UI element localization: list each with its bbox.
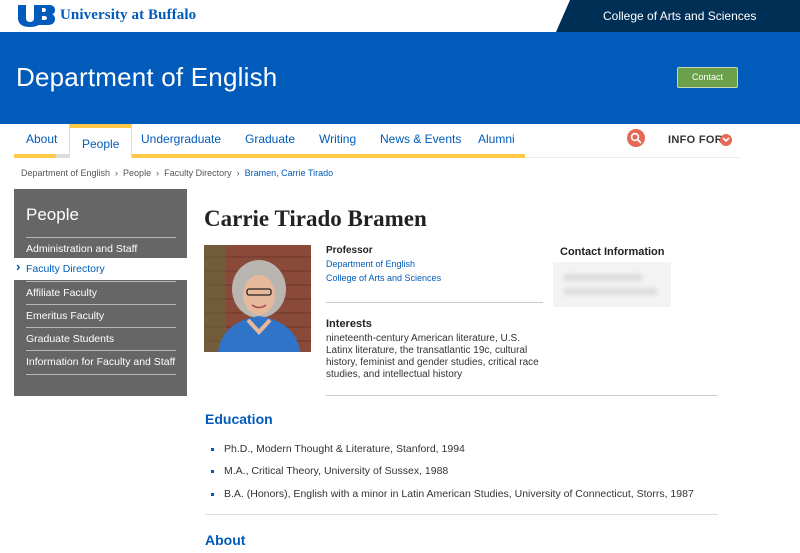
- main-nav: About People Undergraduate Graduate Writ…: [14, 124, 740, 158]
- sidebar-item-graduate-students[interactable]: Graduate Students: [26, 327, 176, 345]
- search-icon: [630, 132, 642, 144]
- contact-info-redacted: [553, 262, 671, 307]
- nav-news-events[interactable]: News & Events: [380, 132, 461, 146]
- nav-alumni[interactable]: Alumni: [478, 132, 515, 146]
- sidebar: People Administration and Staff Faculty …: [14, 189, 187, 396]
- sidebar-item-emeritus-faculty[interactable]: Emeritus Faculty: [26, 304, 176, 322]
- ub-home-link[interactable]: University at Buffalo: [16, 3, 196, 27]
- list-item: B.A. (Honors), English with a minor in L…: [211, 488, 694, 500]
- sidebar-item-faculty-directory[interactable]: Faculty Directory: [14, 258, 187, 280]
- department-title[interactable]: Department of English: [16, 62, 277, 93]
- top-bar: University at Buffalo College of Arts an…: [0, 0, 800, 32]
- list-item: M.A., Critical Theory, University of Sus…: [211, 465, 448, 477]
- breadcrumb-faculty-directory[interactable]: Faculty Directory: [164, 168, 232, 178]
- search-button[interactable]: [627, 129, 645, 147]
- department-banner: Department of English Contact: [0, 32, 800, 124]
- nav-people[interactable]: People: [69, 124, 133, 158]
- breadcrumb-people[interactable]: People: [123, 168, 151, 178]
- interests-text: nineteenth-century American literature, …: [326, 333, 539, 380]
- divider: [326, 302, 543, 303]
- sidebar-item-affiliate-faculty[interactable]: Affiliate Faculty: [26, 281, 176, 299]
- profile-name: Carrie Tirado Bramen: [204, 206, 427, 231]
- info-for-menu[interactable]: INFO FOR: [668, 134, 723, 146]
- sidebar-item-administration[interactable]: Administration and Staff: [26, 237, 176, 255]
- college-link[interactable]: College of Arts and Sciences: [556, 0, 800, 32]
- chevron-right-icon: ›: [236, 168, 240, 178]
- nav-graduate[interactable]: Graduate: [245, 132, 295, 146]
- interests-heading: Interests: [326, 318, 372, 330]
- sidebar-title[interactable]: People: [26, 205, 79, 225]
- chevron-right-icon: ›: [156, 168, 160, 178]
- nav-writing[interactable]: Writing: [319, 132, 356, 146]
- contact-button[interactable]: Contact: [677, 67, 738, 88]
- divider: [326, 395, 718, 396]
- profile-title: Professor: [326, 245, 373, 256]
- profile-photo: [204, 245, 311, 352]
- nav-about[interactable]: About: [26, 132, 57, 146]
- divider: [205, 514, 718, 515]
- breadcrumb-department[interactable]: Department of English: [21, 168, 110, 178]
- breadcrumb-current[interactable]: Bramen, Carrie Tirado: [245, 168, 334, 178]
- about-heading: About: [205, 532, 246, 548]
- contact-heading: Contact Information: [560, 246, 665, 258]
- chevron-right-icon: ›: [115, 168, 119, 178]
- ub-logo-icon: [18, 5, 55, 27]
- list-item: Ph.D., Modern Thought & Literature, Stan…: [211, 443, 465, 455]
- affiliation-college-link[interactable]: College of Arts and Sciences: [326, 273, 441, 283]
- sidebar-item-info-faculty-staff[interactable]: Information for Faculty and Staff: [26, 350, 176, 375]
- ub-wordmark: University at Buffalo: [60, 6, 197, 23]
- info-for-toggle[interactable]: [720, 134, 732, 146]
- education-heading: Education: [205, 411, 273, 427]
- chevron-down-icon: [722, 137, 730, 143]
- breadcrumb: Department of English › People › Faculty…: [21, 168, 333, 178]
- affiliation-department-link[interactable]: Department of English: [326, 259, 415, 269]
- nav-undergraduate[interactable]: Undergraduate: [141, 132, 221, 146]
